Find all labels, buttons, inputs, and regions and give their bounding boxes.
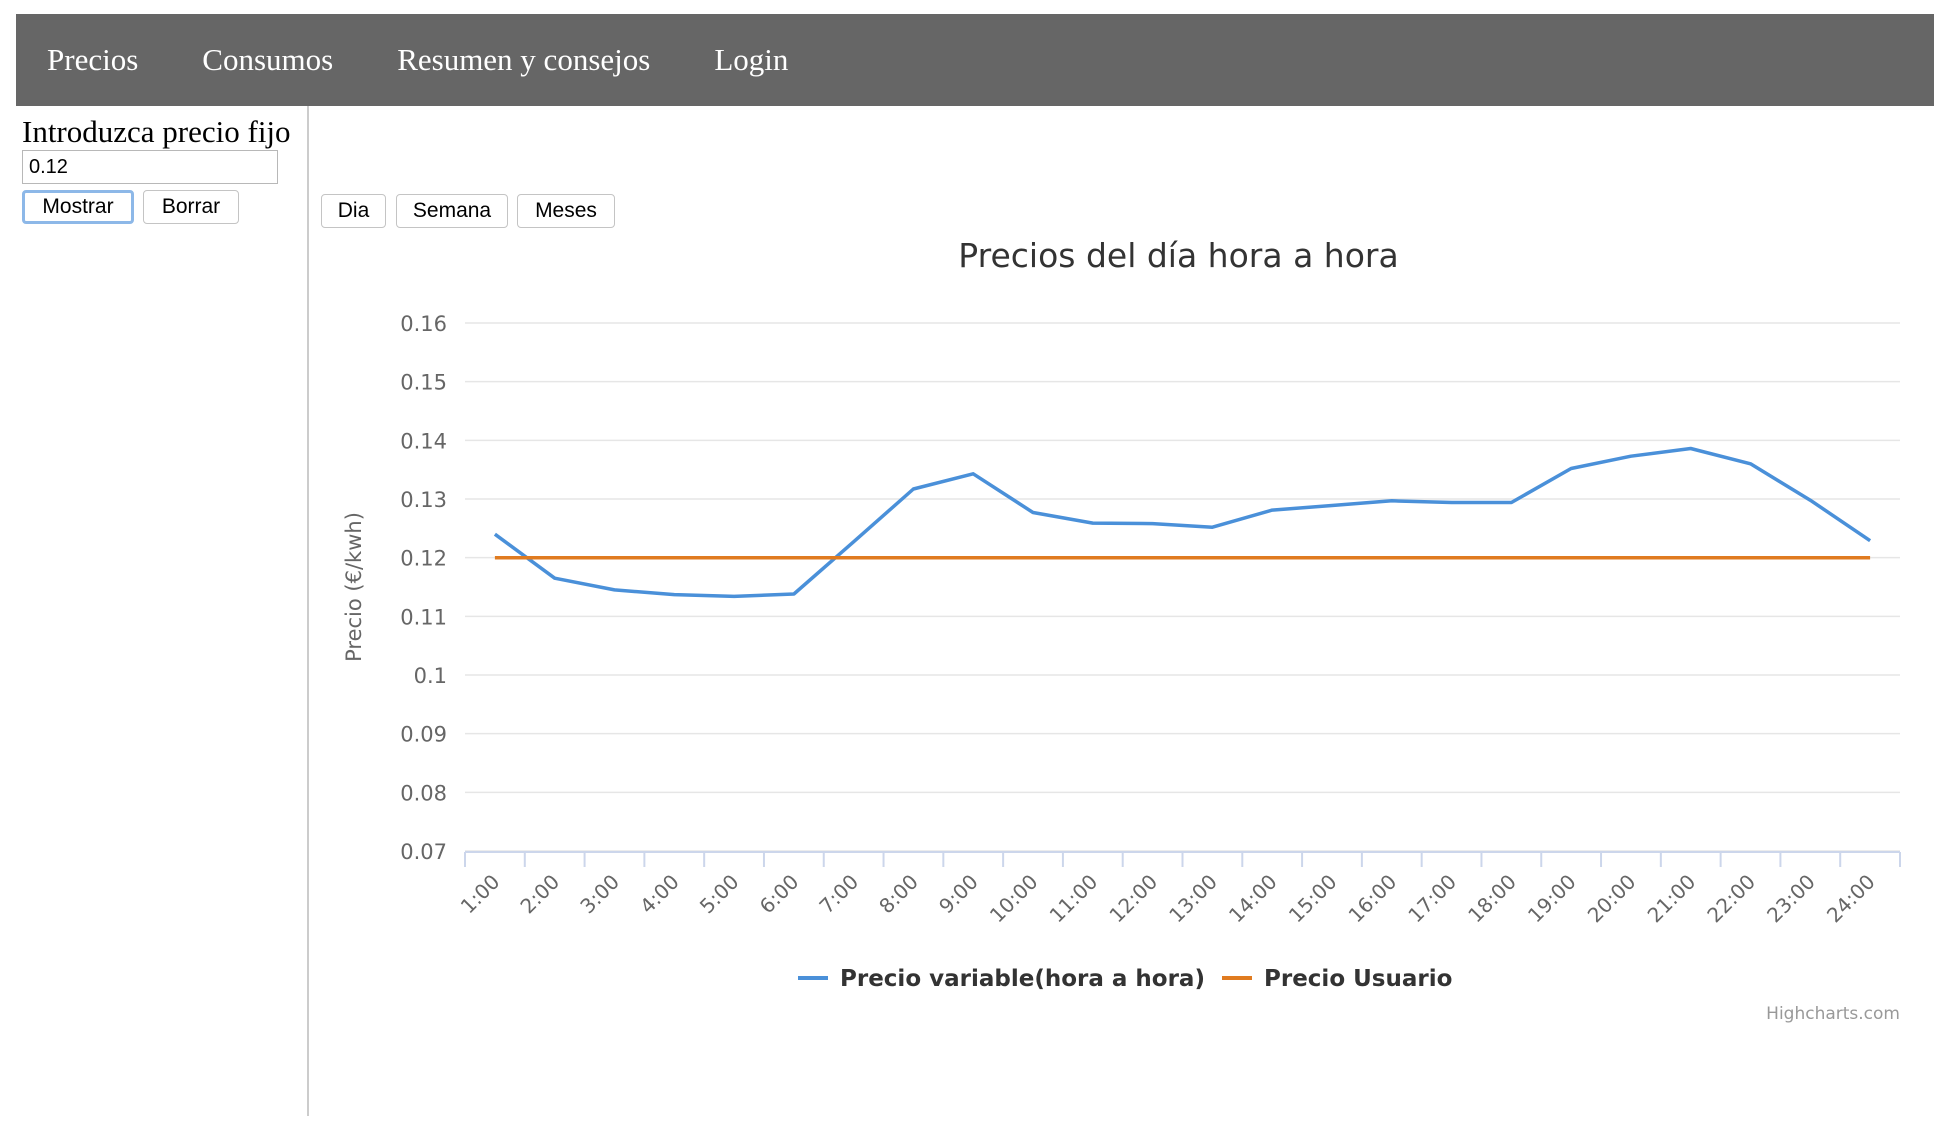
top-navbar: Precios Consumos Resumen y consejos Logi… (16, 14, 1934, 106)
x-tick-label: 1:00 (456, 870, 505, 919)
x-tick-label: 3:00 (575, 870, 624, 919)
x-tick-label: 7:00 (814, 870, 863, 919)
fixed-price-input[interactable] (22, 150, 278, 184)
y-tick-label: 0.16 (400, 312, 447, 336)
series-line-variable-price (493, 446, 1872, 599)
y-axis-title: Precio (€/kwh) (342, 512, 366, 662)
x-tick-label: 4:00 (635, 870, 684, 919)
x-tick-label: 8:00 (874, 870, 923, 919)
show-button[interactable]: Mostrar (22, 190, 134, 224)
x-tick-label: 11:00 (1045, 870, 1103, 928)
chart-credits: Highcharts.com (1766, 1004, 1900, 1024)
x-tick-label: 9:00 (934, 870, 983, 919)
x-tick-label: 5:00 (695, 870, 744, 919)
x-tick-label: 24:00 (1822, 870, 1880, 928)
y-tick-label: 0.08 (400, 781, 447, 805)
y-tick-label: 0.14 (400, 429, 447, 453)
x-tick-label: 12:00 (1104, 870, 1162, 928)
y-tick-label: 0.1 (414, 664, 447, 688)
nav-item-login[interactable]: Login (714, 42, 788, 78)
x-tick-label: 10:00 (985, 870, 1043, 928)
y-tick-label: 0.11 (400, 605, 447, 629)
nav-item-resumen-consejos[interactable]: Resumen y consejos (397, 42, 650, 78)
legend-label-user-price: Precio Usuario (1264, 966, 1452, 992)
y-tick-label: 0.15 (400, 371, 447, 395)
fixed-price-label: Introduzca precio fijo (22, 114, 291, 149)
x-tick-label: 15:00 (1284, 870, 1342, 928)
y-tick-label: 0.12 (400, 547, 447, 571)
x-tick-label: 17:00 (1403, 870, 1461, 928)
nav-item-precios[interactable]: Precios (47, 42, 138, 78)
y-tick-label: 0.09 (400, 723, 447, 747)
x-tick-label: 2:00 (515, 870, 564, 919)
clear-button[interactable]: Borrar (143, 190, 239, 224)
nav-item-consumos[interactable]: Consumos (202, 42, 333, 78)
x-tick-label: 13:00 (1164, 870, 1222, 928)
y-tick-label: 0.07 (400, 840, 447, 864)
x-tick-label: 23:00 (1762, 870, 1820, 928)
x-tick-label: 16:00 (1344, 870, 1402, 928)
x-tick-label: 19:00 (1523, 870, 1581, 928)
x-tick-label: 21:00 (1643, 870, 1701, 928)
x-tick-label: 18:00 (1463, 870, 1521, 928)
x-tick-label: 6:00 (755, 870, 804, 919)
x-tick-label: 14:00 (1224, 870, 1282, 928)
x-tick-label: 20:00 (1583, 870, 1641, 928)
chart-title: Precios del día hora a hora (958, 236, 1398, 275)
price-line-chart: Precios del día hora a hora 0.07 0.08 0.09 0… (342, 236, 1901, 1024)
x-tick-label: 22:00 (1702, 870, 1760, 928)
legend-label-variable-price: Precio variable(hora a hora) (840, 966, 1205, 992)
sidebar-panel: Introduzca precio fijo Mostrar Borrar (0, 106, 309, 1116)
y-tick-label: 0.13 (400, 488, 447, 512)
